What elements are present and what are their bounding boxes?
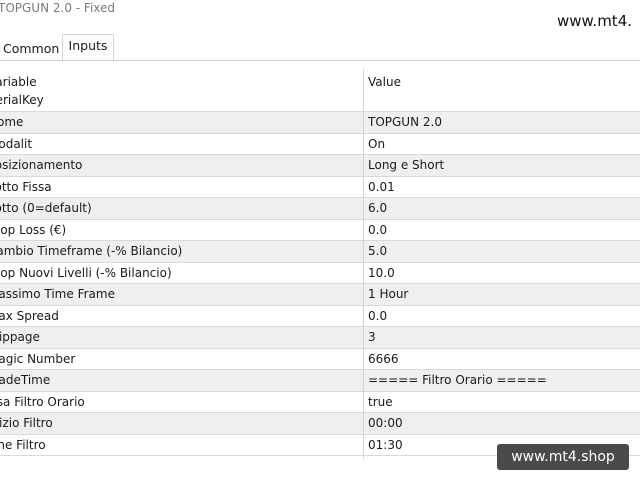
parameter-value[interactable]: 00:00 bbox=[368, 413, 638, 434]
parameter-name: Inizio Filtro bbox=[0, 416, 53, 430]
row-serialkey-name[interactable]: SerialKey bbox=[0, 92, 44, 108]
table-row[interactable]: Slippage 3 bbox=[0, 327, 640, 349]
parameter-value[interactable]: 0.01 bbox=[368, 177, 638, 198]
parameter-value[interactable]: Long e Short bbox=[368, 155, 638, 176]
watermark-text: www.mt4. bbox=[557, 12, 632, 30]
tab-divider bbox=[0, 60, 640, 61]
column-separator[interactable] bbox=[363, 69, 364, 459]
parameter-value[interactable]: true bbox=[368, 392, 638, 413]
header-variable[interactable]: Variable bbox=[0, 69, 363, 111]
table-row[interactable]: Modalit On bbox=[0, 134, 640, 155]
parameter-value[interactable]: 0.0 bbox=[368, 220, 638, 241]
header-value[interactable]: Value bbox=[368, 69, 638, 111]
parameter-name: TradeTime bbox=[0, 373, 51, 387]
table-row[interactable]: Massimo Time Frame 1 Hour bbox=[0, 284, 640, 306]
parameter-name: Usa Filtro Orario bbox=[0, 394, 85, 409]
parameter-name: Magic Number bbox=[0, 351, 76, 366]
table-row[interactable]: Inizio Filtro 00:00 bbox=[0, 413, 640, 435]
parameter-value[interactable]: TOPGUN 2.0 bbox=[368, 112, 638, 133]
parameter-name: Fine Filtro bbox=[0, 437, 46, 452]
tab-common[interactable]: Common bbox=[3, 36, 59, 62]
window-title: TOPGUN 2.0 - Fixed bbox=[0, 1, 116, 15]
inputs-grid: Variable Value SerialKey NomeTOPGUN 2.0M… bbox=[0, 69, 640, 456]
parameter-value[interactable]: 5.0 bbox=[368, 241, 638, 262]
parameter-name: Lotto Fissa bbox=[0, 179, 52, 194]
table-row[interactable]: Cambio Timeframe (-% Bilancio) 5.0 bbox=[0, 241, 640, 263]
parameter-value[interactable]: 1 Hour bbox=[368, 284, 638, 305]
tab-inputs[interactable]: Inputs bbox=[62, 34, 114, 62]
parameter-value[interactable]: 6.0 bbox=[368, 198, 638, 219]
parameter-value[interactable]: 0.0 bbox=[368, 306, 638, 327]
parameter-name: Posizionamento bbox=[0, 158, 83, 172]
watermark-badge: www.mt4.shop bbox=[497, 444, 629, 470]
parameter-name: Nome bbox=[0, 115, 24, 129]
table-row[interactable]: Posizionamento Long e Short bbox=[0, 155, 640, 177]
parameter-name: Stop Loss (€) bbox=[0, 222, 67, 237]
parameter-value[interactable]: ===== Filtro Orario ===== bbox=[368, 370, 638, 391]
tab-bar: Common Inputs bbox=[0, 34, 640, 62]
parameter-name: Cambio Timeframe (-% Bilancio) bbox=[0, 244, 183, 258]
table-row[interactable]: Stop Loss (€) 0.0 bbox=[0, 220, 640, 241]
table-row[interactable]: Stop Nuovi Livelli (-% Bilancio) 10.0 bbox=[0, 263, 640, 284]
parameter-name: Max Spread bbox=[0, 308, 59, 323]
parameter-name: Stop Nuovi Livelli (-% Bilancio) bbox=[0, 265, 172, 280]
parameter-name: Slippage bbox=[0, 330, 40, 344]
parameter-name: Massimo Time Frame bbox=[0, 287, 115, 301]
table-row[interactable]: Lotto (0=default) 6.0 bbox=[0, 198, 640, 220]
table-row[interactable]: Magic Number 6666 bbox=[0, 349, 640, 370]
grid-header: Variable Value SerialKey bbox=[0, 69, 640, 112]
parameter-name: Lotto (0=default) bbox=[0, 201, 92, 215]
parameter-value[interactable]: On bbox=[368, 134, 638, 155]
table-row[interactable]: Lotto Fissa 0.01 bbox=[0, 177, 640, 198]
table-row[interactable]: TradeTime ===== Filtro Orario ===== bbox=[0, 370, 640, 392]
table-row[interactable]: Max Spread 0.0 bbox=[0, 306, 640, 327]
parameter-name: Modalit bbox=[0, 136, 33, 151]
table-row[interactable]: Usa Filtro Orario true bbox=[0, 392, 640, 413]
parameter-value[interactable]: 3 bbox=[368, 327, 638, 348]
parameter-value[interactable]: 6666 bbox=[368, 349, 638, 370]
parameter-value[interactable]: 10.0 bbox=[368, 263, 638, 284]
table-row[interactable]: Nome TOPGUN 2.0 bbox=[0, 112, 640, 134]
